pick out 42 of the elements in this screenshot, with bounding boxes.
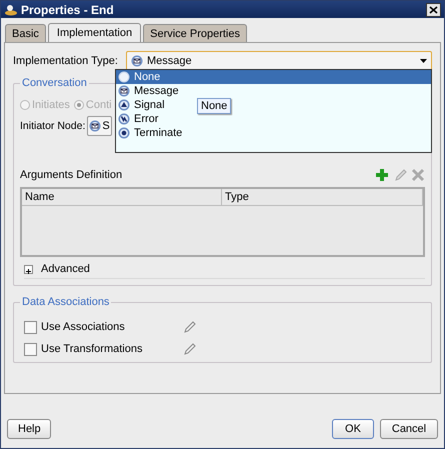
field-label: Implementation Type: (13, 55, 118, 67)
dropdown-option[interactable]: Terminate (116, 126, 184, 140)
expand-icon[interactable] (24, 264, 33, 274)
dialog-button[interactable]: OK (332, 419, 374, 439)
checkbox-label: Use Associations (41, 321, 126, 333)
dropdown-option[interactable]: None (116, 70, 431, 84)
dot-icon (118, 127, 130, 139)
pencil-icon[interactable] (183, 320, 197, 334)
implementation-type-dropdown[interactable]: Message (126, 51, 432, 71)
tab[interactable]: Basic (5, 24, 46, 42)
section-label[interactable]: Advanced (41, 263, 90, 275)
pencil-icon[interactable] (183, 342, 197, 356)
close-button[interactable] (426, 2, 441, 16)
tab[interactable]: Service Properties (143, 24, 247, 42)
add-icon[interactable] (375, 168, 389, 182)
envelope-icon (118, 85, 130, 97)
column-header[interactable]: Type (222, 189, 423, 205)
app-icon (4, 3, 18, 16)
envelope-icon (130, 55, 143, 67)
triangle-icon (118, 99, 130, 111)
checkbox[interactable] (24, 320, 37, 334)
caret-icon[interactable] (420, 59, 427, 63)
close-icon (429, 6, 438, 14)
checkbox[interactable] (24, 342, 37, 356)
window-title: Properties - End (21, 2, 114, 16)
tooltip: None (197, 98, 232, 114)
pencil-icon[interactable] (393, 168, 407, 182)
checkbox-label: Use Transformations (41, 343, 144, 355)
dialog-button[interactable]: Cancel (380, 419, 438, 439)
delete-icon[interactable] (411, 168, 425, 182)
dialog-button[interactable]: Help (7, 419, 51, 439)
group-title: Data Associations (21, 296, 110, 308)
dropdown-option[interactable]: Signal (116, 98, 167, 112)
column-header[interactable]: Name (22, 189, 222, 205)
tab[interactable]: Implementation (48, 23, 142, 42)
bolt-icon (118, 113, 130, 125)
envelope-icon (89, 120, 102, 132)
dropdown-option[interactable]: Message (116, 84, 181, 98)
dropdown-option[interactable]: Error (116, 112, 160, 126)
group-title: Conversation (21, 77, 88, 89)
section-label: Arguments Definition (20, 169, 122, 181)
field-label: Initiator Node: (20, 120, 86, 132)
